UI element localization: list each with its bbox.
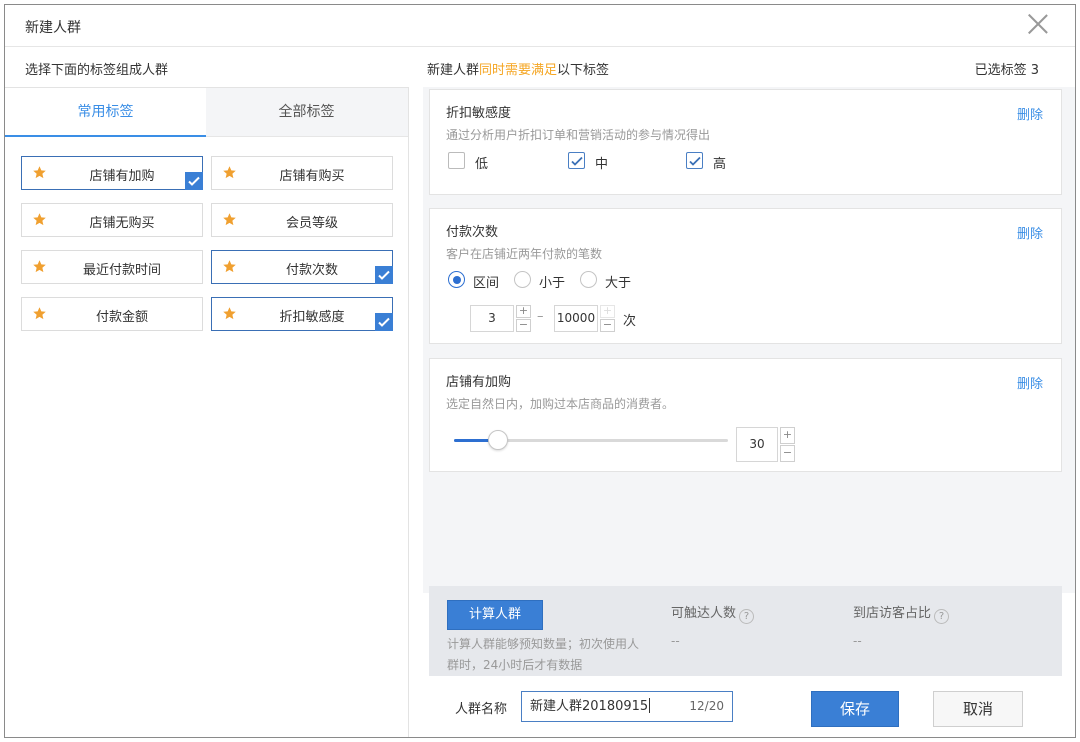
radio-label: 大于 [605,276,632,291]
dialog-titlebar: 新建人群 [5,5,1075,47]
star-icon [32,259,47,274]
reach-metric: 可触达人数? [671,602,755,624]
tag-button[interactable]: 店铺有购买 [211,156,393,190]
crowd-name-value: 新建人群20180915 [530,699,649,714]
left-panel-header: 选择下面的标签组成人群 [25,63,169,78]
cart-card: 店铺有加购 选定自然日内，加购过本店商品的消费者。 删除 30 + − [429,358,1062,472]
checkbox-label: 低 [475,157,489,172]
visit-metric: 到店访客占比? [853,602,950,624]
star-icon [222,212,237,227]
tag-label: 付款次数 [285,263,338,278]
payment-min-input[interactable]: 3 [470,305,514,332]
reach-value: -- [671,634,680,648]
text-caret [649,698,651,713]
tag-label: 付款金额 [95,310,148,325]
tag-button[interactable]: 会员等级 [211,203,393,237]
header-pre: 新建人群 [427,63,480,78]
tab-all-tags[interactable]: 全部标签 [206,88,407,137]
star-icon [222,306,237,321]
tag-label: 最近付款时间 [82,263,161,278]
radio-ring [580,271,597,288]
payment-count-card: 付款次数 客户在店铺近两年付款的笔数 删除 区间 小于 大于 3 + − – 100… [429,208,1062,344]
range-dash: – [537,309,544,324]
crowd-name-label: 人群名称 [455,702,508,717]
star-icon [32,212,47,227]
dialog-title: 新建人群 [25,20,81,36]
days-stepper: + − [780,427,795,462]
cancel-button[interactable]: 取消 [933,691,1023,727]
discount-sensitivity-card: 折扣敏感度 通过分析用户折扣订单和营销活动的参与情况得出 删除 低 中 高 [429,89,1062,195]
decrement-button[interactable]: − [780,445,795,462]
tag-button[interactable]: 最近付款时间 [21,250,203,284]
card-desc: 选定自然日内，加购过本店商品的消费者。 [446,397,675,411]
tag-label: 折扣敏感度 [279,310,345,325]
tag-button[interactable]: 店铺无购买 [21,203,203,237]
close-icon[interactable] [1025,11,1051,37]
tag-button[interactable]: 折扣敏感度 [211,297,393,331]
checkbox-box [448,152,465,169]
crowd-name-input[interactable]: 新建人群20180915 12/20 [521,691,733,722]
star-icon [32,165,47,180]
increment-button[interactable]: + [516,305,531,318]
checkbox-label: 高 [713,157,727,172]
star-icon [222,259,237,274]
card-title: 折扣敏感度 [446,106,512,121]
selected-count: 已选标签 3 [974,63,1039,78]
visit-value: -- [853,634,862,648]
crowd-name-count: 12/20 [689,699,724,713]
header-highlight: 同时需要满足 [479,63,558,78]
checkbox-box [686,152,703,169]
payment-max-input[interactable]: 10000 [554,305,598,332]
calculate-crowd-button[interactable]: 计算人群 [447,600,543,630]
payment-max-stepper: + − [600,305,615,332]
tab-common-tags[interactable]: 常用标签 [5,88,206,137]
radio-label: 区间 [473,276,500,291]
days-slider-handle[interactable] [488,430,508,450]
card-desc: 通过分析用户折扣订单和营销活动的参与情况得出 [446,128,711,142]
checkbox-box [568,152,585,169]
calculate-hint: 计算人群能够预知数量；初次使用人群时，24小时后才有数据 [447,637,640,672]
tag-button[interactable]: 店铺有加购 [21,156,203,190]
increment-button[interactable]: + [600,305,615,318]
delete-discount-button[interactable]: 删除 [1017,104,1043,123]
unit-label: 次 [623,314,637,329]
tag-label: 店铺有购买 [279,169,345,184]
radio-ring [514,271,531,288]
tag-label: 会员等级 [285,216,338,231]
card-title: 店铺有加购 [446,375,512,390]
check-icon [375,313,393,331]
delete-cart-button[interactable]: 删除 [1017,373,1043,392]
decrement-button[interactable]: − [516,319,531,332]
question-icon[interactable]: ? [739,609,755,624]
increment-button[interactable]: + [780,427,795,444]
card-title: 付款次数 [446,225,499,240]
reach-label: 可触达人数 [671,606,737,621]
tag-button[interactable]: 付款次数 [211,250,393,284]
tag-tabs: 常用标签 全部标签 [5,88,408,137]
check-icon [375,266,393,284]
delete-payment-button[interactable]: 删除 [1017,223,1043,242]
tag-label: 店铺有加购 [89,169,155,184]
calculate-bar: 计算人群 计算人群能够预知数量；初次使用人群时，24小时后才有数据 可触达人数?… [429,586,1062,676]
star-icon [32,306,47,321]
decrement-button[interactable]: − [600,319,615,332]
days-input[interactable]: 30 [736,427,778,462]
radio-ring [448,271,465,288]
checkbox-label: 中 [595,157,609,172]
payment-min-stepper: + − [516,305,531,332]
dialog-footer: 人群名称 新建人群20180915 12/20 保存 取消 [429,676,1062,737]
visit-label: 到店访客占比 [853,606,932,621]
new-crowd-dialog: 新建人群 选择下面的标签组成人群 新建人群同时需要满足以下标签 已选标签 3 常… [4,4,1076,738]
check-icon [185,172,203,190]
tag-label: 店铺无购买 [89,216,155,231]
tag-button[interactable]: 付款金额 [21,297,203,331]
card-desc: 客户在店铺近两年付款的笔数 [446,247,603,261]
save-button[interactable]: 保存 [811,691,899,727]
right-panel-header: 新建人群同时需要满足以下标签 [427,59,609,78]
radio-label: 小于 [539,276,566,291]
header-post: 以下标签 [557,63,610,78]
tag-picker-panel: 常用标签 全部标签 店铺有加购 店铺有购买店铺无购买 会员等级最近付款时间 付款次数付… [5,87,409,737]
star-icon [222,165,237,180]
question-icon[interactable]: ? [934,609,950,624]
